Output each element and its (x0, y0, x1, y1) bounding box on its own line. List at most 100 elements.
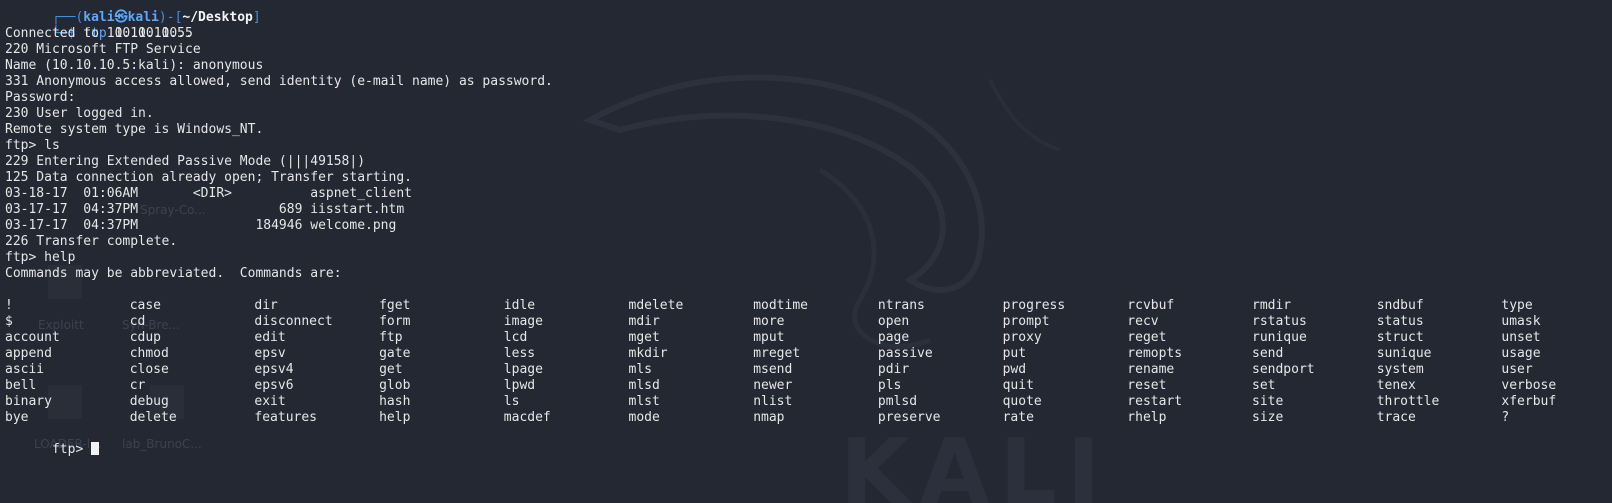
help-command: sunique (1376, 346, 1432, 361)
help-command: delete (129, 410, 177, 425)
help-command: put (1002, 346, 1027, 361)
help-command: rename (1127, 362, 1175, 377)
help-command: dir (254, 298, 278, 313)
help-command: mput (753, 330, 785, 345)
help-command: pwd (1002, 362, 1027, 377)
help-command: rcvbuf (1127, 298, 1175, 313)
help-command: hash (379, 394, 411, 409)
output-line: 03-17-17 04:37PM 689 iisstart.htm (5, 202, 405, 217)
help-command: chmod (129, 346, 169, 361)
help-command: newer (753, 378, 793, 393)
help-command: features (254, 410, 318, 425)
help-command: page (877, 330, 910, 345)
help-command: fget (379, 298, 411, 313)
help-command: umask (1501, 314, 1541, 329)
help-command-row: binary debug exit hash ls mlst nlist pmlsd quote… (5, 394, 1605, 410)
help-command: mlst (628, 394, 660, 409)
help-command: progress (1002, 298, 1066, 313)
text-cursor (91, 442, 100, 455)
help-command: reset (1127, 378, 1167, 393)
help-command: exit (254, 394, 286, 409)
help-command: nmap (753, 410, 785, 425)
help-command: mreget (753, 346, 801, 361)
help-command: ntrans (877, 298, 925, 313)
help-command-row: bell cr epsv6 glob lpwd mlsd newer pls quit reset… (5, 378, 1605, 394)
terminal-window[interactable]: KALI Exploitt Syn-Bre... Spray-Co... LOA… (0, 0, 1612, 503)
ftp-prompt: ftp> (51, 442, 92, 457)
help-command: account (5, 330, 60, 345)
help-command-grid: ! case dir fget idle mdelete modtime ntrans prog… (5, 298, 1605, 426)
help-command: modtime (753, 298, 808, 313)
skull-at-icon: ㉿ (114, 10, 128, 25)
help-command: quit (1002, 378, 1034, 393)
help-command: recv (1127, 314, 1159, 329)
prompt-frame: ] (252, 10, 261, 25)
help-command: mlsd (628, 378, 660, 393)
help-command: rmdir (1252, 298, 1292, 313)
help-command: mget (628, 330, 660, 345)
help-command: runique (1252, 330, 1307, 345)
help-command: nlist (753, 394, 793, 409)
help-command: trace (1376, 410, 1416, 425)
session-output: Connected to 10.10.10.5. 220 Microsoft FT… (5, 26, 1605, 298)
help-command: proxy (1002, 330, 1042, 345)
help-command: glob (379, 378, 411, 393)
help-command: sendport (1252, 362, 1315, 377)
help-command: xferbuf (1501, 394, 1557, 409)
help-command: macdef (503, 410, 551, 425)
output-line: 03-18-17 01:06AM <DIR> aspnet_client (5, 186, 412, 201)
prompt-header: ┌──(kali㉿kali)-[~/Desktop] (5, 0, 1605, 25)
help-command: rstatus (1252, 314, 1307, 329)
help-command: reget (1127, 330, 1167, 345)
output-line: 125 Data connection already open; Transf… (5, 170, 412, 185)
help-command: quote (1002, 394, 1042, 409)
output-line: 03-17-17 04:37PM 184946 welcome.png (5, 218, 397, 233)
help-command: mode (628, 410, 660, 425)
help-command: form (379, 314, 411, 329)
output-line: Name (10.10.10.5:kali): anonymous (5, 58, 264, 73)
help-command-row: ! case dir fget idle mdelete modtime ntrans prog… (5, 298, 1605, 314)
terminal-output[interactable]: ┌──(kali㉿kali)-[~/Desktop] └─$ ftp 10.10… (5, 0, 1605, 457)
help-command: verbose (1501, 378, 1557, 393)
help-command: status (1376, 314, 1424, 329)
help-command-row: ascii close epsv4 get lpage mls msend pdir pwd re… (5, 362, 1605, 378)
help-command: disconnect (254, 314, 333, 329)
help-command: restart (1127, 394, 1183, 409)
help-command: set (1252, 378, 1276, 393)
output-line: Commands may be abbreviated. Commands ar… (5, 266, 342, 281)
help-command: epsv (254, 346, 286, 361)
help-command: lcd (503, 330, 528, 345)
output-line: ftp> ls (5, 138, 60, 153)
help-command: send (1252, 346, 1284, 361)
help-command: msend (753, 362, 793, 377)
output-line: Connected to 10.10.10.5. (5, 26, 193, 41)
prompt-host: kali (127, 10, 159, 25)
help-command: type (1501, 298, 1533, 313)
help-command: case (129, 298, 161, 313)
prompt-user: kali (83, 10, 115, 25)
help-command: rhelp (1127, 410, 1167, 425)
help-command: image (503, 314, 543, 329)
help-command: preserve (877, 410, 941, 425)
help-command: pdir (877, 362, 910, 377)
help-command: bye (5, 410, 29, 425)
help-command: unset (1501, 330, 1541, 345)
help-command: mkdir (628, 346, 668, 361)
help-command: lpage (503, 362, 543, 377)
help-command: mls (628, 362, 652, 377)
output-line: ftp> help (5, 250, 76, 265)
help-command: ! (5, 298, 13, 313)
help-command-row: append chmod epsv gate less mkdir mreget passiv… (5, 346, 1605, 362)
prompt-path: ~/Desktop (182, 10, 253, 25)
output-line: Remote system type is Windows_NT. (5, 122, 264, 137)
prompt-frame: )-[ (158, 10, 183, 25)
ftp-prompt-line[interactable]: ftp> (5, 426, 1605, 457)
help-command: struct (1376, 330, 1424, 345)
output-line: 331 Anonymous access allowed, send ident… (5, 74, 553, 89)
help-command-row: $ cd disconnect form image mdir more open prompt… (5, 314, 1605, 330)
help-command: system (1376, 362, 1424, 377)
help-command: size (1252, 410, 1284, 425)
help-command: idle (503, 298, 536, 313)
help-command: throttle (1376, 394, 1440, 409)
